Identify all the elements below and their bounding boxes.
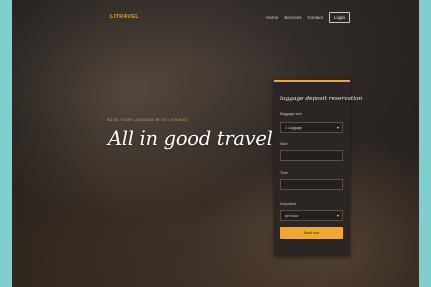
reservation-panel: luggage deposit reservation Baggage size…: [274, 80, 362, 256]
baggage-size-value: 1 Luggage: [285, 126, 302, 130]
top-nav: Home Services Contact Login: [266, 12, 350, 23]
reservation-title: luggage deposit reservation: [280, 96, 363, 102]
hero-frame: LITRAVEL Home Services Contact Login BOO…: [12, 0, 419, 287]
time-input[interactable]: [280, 179, 343, 190]
hero-headline: All in good travel!: [108, 127, 281, 150]
baggage-size-label: Baggage size: [280, 112, 302, 116]
time-label: Time: [280, 171, 288, 175]
deposited-label: Deposited: [280, 202, 297, 206]
nav-item-contact[interactable]: Contact: [307, 15, 323, 20]
baggage-size-select[interactable]: 1 Luggage ▾: [280, 122, 343, 133]
nav-item-home[interactable]: Home: [266, 15, 278, 20]
chevron-down-icon: ▾: [336, 125, 339, 130]
hero-eyebrow-accent: LITRAVEL: [168, 118, 189, 122]
deposited-value: per hour: [285, 214, 299, 218]
deposited-select[interactable]: per hour ▾: [280, 210, 343, 221]
hero-eyebrow: BOOK YOUR LUGGAGE WITH LITRAVEL: [107, 118, 188, 122]
login-button[interactable]: Login: [328, 12, 350, 23]
book-now-button[interactable]: Book now: [280, 227, 343, 239]
brand-logo-rest: ITRAVEL: [113, 14, 139, 20]
hero-eyebrow-text: BOOK YOUR LUGGAGE WITH: [107, 118, 167, 122]
chevron-down-icon: ▾: [336, 213, 339, 218]
nav-item-services[interactable]: Services: [284, 15, 301, 20]
start-input[interactable]: [280, 150, 343, 161]
start-label: Start: [280, 142, 288, 146]
brand-logo[interactable]: LITRAVEL: [110, 14, 139, 20]
